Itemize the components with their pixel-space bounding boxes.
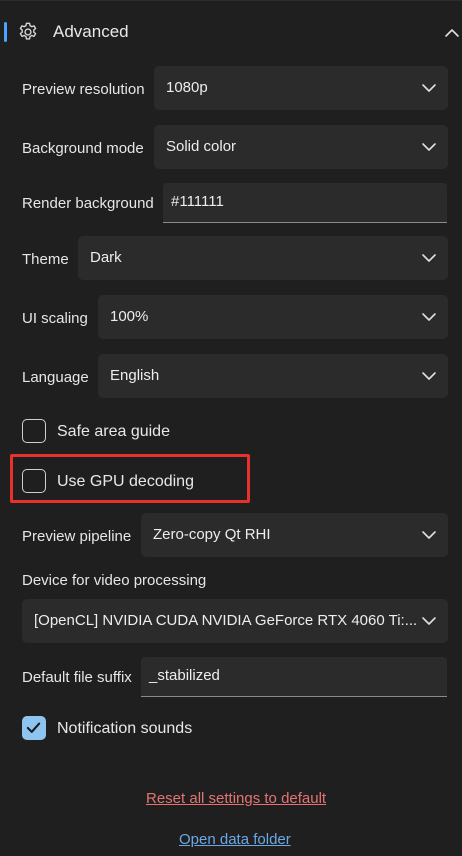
chevron-down-icon xyxy=(422,143,436,151)
background-mode-value: Solid color xyxy=(166,138,237,155)
file-suffix-value: _stabilized xyxy=(149,667,220,684)
chevron-down-icon xyxy=(422,254,436,262)
notification-sounds-label: Notification sounds xyxy=(57,720,193,737)
section-accent-bar xyxy=(4,22,7,42)
language-value: English xyxy=(110,367,160,384)
chevron-down-icon xyxy=(422,372,436,380)
reset-settings-link[interactable]: Reset all settings to default xyxy=(146,790,326,807)
preview-pipeline-select[interactable]: Zero-copy Qt RHI xyxy=(141,513,448,557)
language-label: Language xyxy=(22,369,89,386)
language-select[interactable]: English xyxy=(98,354,448,398)
gpu-decoding-checkbox[interactable] xyxy=(22,469,46,493)
chevron-up-icon[interactable] xyxy=(444,25,460,41)
theme-label: Theme xyxy=(22,251,69,268)
background-mode-select[interactable]: Solid color xyxy=(154,125,448,169)
render-background-input[interactable]: #111111 xyxy=(163,183,447,223)
safe-area-label: Safe area guide xyxy=(57,423,170,440)
ui-scaling-value: 100% xyxy=(110,308,149,325)
top-divider xyxy=(0,0,462,1)
background-mode-label: Background mode xyxy=(22,140,144,157)
safe-area-checkbox[interactable] xyxy=(22,419,46,443)
notification-sounds-checkbox[interactable] xyxy=(22,716,46,740)
chevron-down-icon xyxy=(422,531,436,539)
chevron-down-icon xyxy=(422,84,436,92)
preview-pipeline-label: Preview pipeline xyxy=(22,528,132,545)
gear-icon xyxy=(19,22,37,40)
device-label: Device for video processing xyxy=(22,572,207,589)
preview-resolution-select[interactable]: 1080p xyxy=(154,66,448,110)
ui-scaling-label: UI scaling xyxy=(22,310,88,327)
checkmark-icon xyxy=(26,722,41,733)
file-suffix-label: Default file suffix xyxy=(22,669,132,686)
preview-resolution-label: Preview resolution xyxy=(22,81,145,98)
render-background-value: #111111 xyxy=(171,193,224,210)
theme-value: Dark xyxy=(90,249,122,266)
chevron-down-icon xyxy=(422,617,436,625)
preview-resolution-value: 1080p xyxy=(166,79,208,96)
ui-scaling-select[interactable]: 100% xyxy=(98,295,448,339)
device-value: [OpenCL] NVIDIA CUDA NVIDIA GeForce RTX … xyxy=(34,612,418,629)
advanced-section-header[interactable]: Advanced xyxy=(0,10,462,54)
section-title: Advanced xyxy=(53,22,129,41)
gpu-decoding-label: Use GPU decoding xyxy=(57,473,194,490)
open-data-folder-link[interactable]: Open data folder xyxy=(179,831,291,848)
preview-pipeline-value: Zero-copy Qt RHI xyxy=(153,526,271,543)
theme-select[interactable]: Dark xyxy=(78,236,448,280)
device-select[interactable]: [OpenCL] NVIDIA CUDA NVIDIA GeForce RTX … xyxy=(22,599,448,643)
file-suffix-input[interactable]: _stabilized xyxy=(141,657,447,697)
render-background-label: Render background xyxy=(22,195,154,212)
chevron-down-icon xyxy=(422,313,436,321)
